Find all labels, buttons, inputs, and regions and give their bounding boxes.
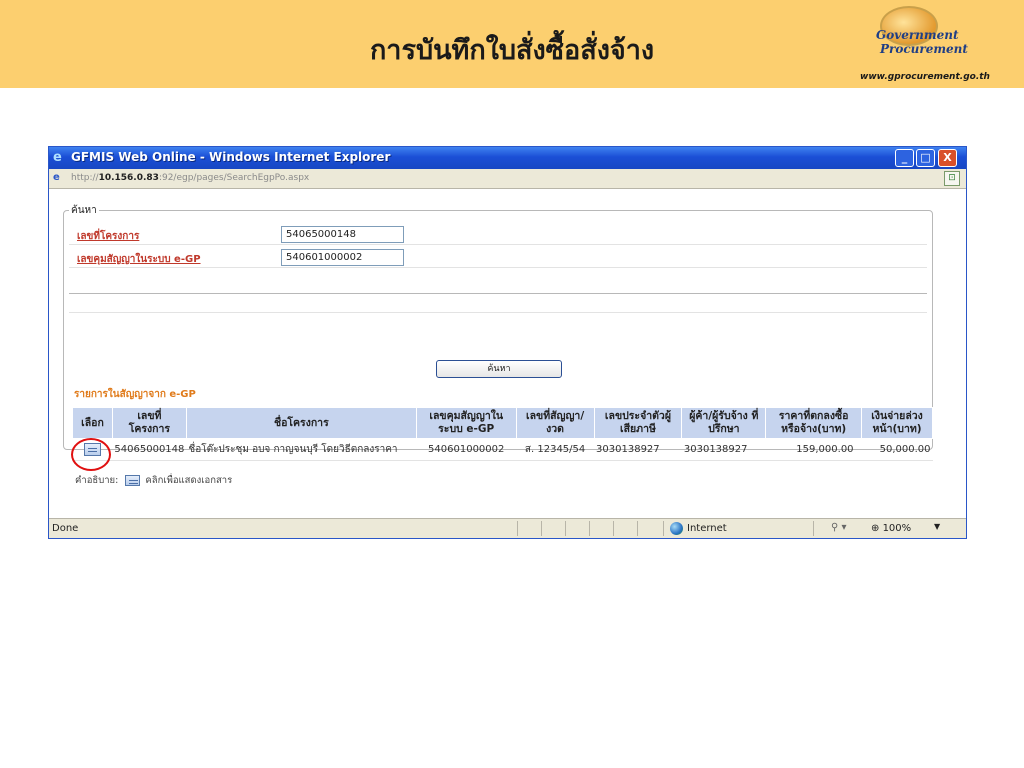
address-bar[interactable]: e http://10.156.0.83:92/egp/pages/Search… — [49, 169, 966, 189]
ie-window: e GFMIS Web Online - Windows Internet Ex… — [48, 146, 967, 539]
cell-project-name: ชื่อโต๊ะประชุม อบจ กาญจนบุรี โดยวิธีตกลง… — [186, 438, 417, 461]
status-bar: Done Internet ⚲ ▾ ⊕ 100% ▼ — [49, 518, 966, 538]
search-legend: ค้นหา — [69, 203, 99, 218]
cell-contract-no: ส. 12345/54 — [516, 438, 595, 461]
status-text: Done — [52, 523, 79, 534]
maximize-button[interactable]: □ — [916, 149, 935, 167]
header-project-name: ชื่อโครงการ — [185, 407, 417, 439]
results-table: เลือก เลขที่ โครงการ ชื่อโครงการ เลขคุมส… — [72, 407, 933, 461]
form-separator — [69, 293, 927, 313]
compatibility-view-icon[interactable]: ⊡ — [944, 171, 960, 186]
window-titlebar[interactable]: e GFMIS Web Online - Windows Internet Ex… — [49, 147, 966, 169]
window-title: GFMIS Web Online - Windows Internet Expl… — [71, 150, 391, 164]
project-no-label[interactable]: เลขที่โครงการ — [77, 229, 139, 244]
egp-contract-label[interactable]: เลขคุมสัญญาในระบบ e-GP — [77, 252, 201, 267]
legend-prefix: คำอธิบาย: — [75, 475, 119, 486]
logo-line2: Procurement — [880, 42, 968, 56]
egp-contract-input[interactable] — [281, 249, 404, 266]
protected-mode-icon[interactable]: ⚲ ▾ — [831, 522, 847, 533]
header-price: ราคาที่ตกลงซื้อ หรือจ้าง(บาท) — [765, 407, 863, 439]
project-no-row: เลขที่โครงการ — [69, 225, 927, 245]
header-select: เลือก — [72, 407, 113, 439]
legend-text: คลิกเพื่อแสดงเอกสาร — [145, 475, 233, 486]
egp-contract-row: เลขคุมสัญญาในระบบ e-GP — [69, 248, 927, 268]
zoom-level[interactable]: ⊕ 100% — [871, 523, 911, 534]
logo-url: www.gprocurement.go.th — [860, 72, 990, 82]
zoom-dropdown-icon[interactable]: ▼ — [934, 522, 940, 531]
icon-legend: คำอธิบาย: คลิกเพื่อแสดงเอกสาร — [75, 473, 232, 488]
table-row: 54065000148 ชื่อโต๊ะประชุม อบจ กาญจนบุรี… — [72, 438, 933, 461]
highlight-circle — [71, 438, 111, 471]
header-project-no: เลขที่ โครงการ — [111, 407, 187, 439]
globe-icon — [670, 522, 683, 535]
header-advance: เงินจ่ายล่วง หน้า(บาท) — [861, 407, 933, 439]
ie-icon: e — [53, 150, 62, 165]
cell-advance: 50,000.00 — [861, 438, 933, 461]
results-heading: รายการในสัญญาจาก e-GP — [74, 389, 196, 400]
zone-text: Internet — [687, 523, 727, 534]
search-button[interactable]: ค้นหา — [436, 360, 562, 378]
header-contract-no: เลขที่สัญญา/ งวด — [515, 407, 595, 439]
minimize-button[interactable]: _ — [895, 149, 914, 167]
logo-line1: Government — [876, 28, 959, 42]
table-header-row: เลือก เลขที่ โครงการ ชื่อโครงการ เลขคุมส… — [72, 407, 933, 439]
cell-vendor: 3030138927 — [681, 438, 766, 461]
close-button[interactable]: X — [938, 149, 957, 167]
project-no-input[interactable] — [281, 226, 404, 243]
cell-egp-contract: 540601000002 — [416, 438, 517, 461]
page-content: ค้นหา เลขที่โครงการ เลขคุมสัญญาในระบบ e-… — [49, 190, 966, 518]
cell-price: 159,000.00 — [765, 438, 862, 461]
cell-project-no: 54065000148 — [112, 438, 187, 461]
cell-tax-id: 3030138927 — [594, 438, 682, 461]
gprocurement-logo: Government Procurement www.gprocurement.… — [858, 4, 1020, 86]
page-icon: e — [53, 172, 60, 183]
header-egp-contract: เลขคุมสัญญาใน ระบบ e-GP — [415, 407, 517, 439]
address-url[interactable]: http://10.156.0.83:92/egp/pages/SearchEg… — [71, 173, 309, 183]
header-vendor: ผู้ค้า/ผู้รับจ้าง ที่ปรึกษา — [681, 407, 767, 439]
document-icon — [125, 475, 141, 486]
slide-header: การบันทึกใบสั่งซื้อสั่งจ้าง Government P… — [0, 0, 1024, 88]
header-tax-id: เลขประจำตัวผู้ เสียภาษี — [593, 407, 683, 439]
